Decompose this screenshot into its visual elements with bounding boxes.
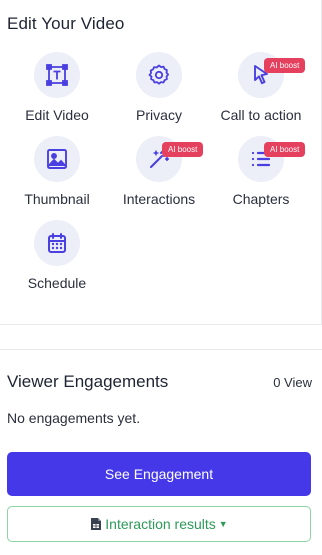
view-count: 0 View [273, 375, 312, 390]
schedule-tile[interactable]: Schedule [7, 220, 107, 296]
edit-video-label: Edit Video [25, 107, 89, 123]
edit-video-panel: Edit Your Video Edit Video Privacy AI bo… [0, 0, 322, 325]
chapters-tile[interactable]: AI boost Chapters [211, 136, 311, 212]
edit-video-icon-circle [34, 52, 80, 98]
call-to-action-label: Call to action [220, 107, 302, 123]
divider [0, 349, 322, 350]
privacy-tile[interactable]: Privacy [109, 52, 209, 128]
ai-boost-badge: AI boost [264, 58, 306, 73]
chapters-label: Chapters [232, 191, 290, 207]
see-engagement-button[interactable]: See Engagement [7, 452, 311, 496]
spreadsheet-icon [91, 518, 102, 530]
caret-down-icon: ▼ [218, 519, 228, 529]
divider [0, 324, 322, 325]
viewer-engagements-title: Viewer Engagements [7, 372, 169, 391]
privacy-label: Privacy [136, 107, 182, 123]
empty-state-text: No engagements yet. [7, 410, 141, 426]
call-to-action-tile[interactable]: AI boost Call to action [211, 52, 311, 128]
interactions-label: Interactions [122, 191, 196, 207]
text-frame-icon [46, 64, 68, 86]
ai-boost-badge: AI boost [264, 142, 306, 157]
gear-icon [148, 64, 169, 85]
schedule-label: Schedule [27, 275, 87, 291]
edit-video-tile[interactable]: Edit Video [7, 52, 107, 128]
thumbnail-icon-circle [34, 136, 80, 182]
interaction-results-label: Interaction results [105, 516, 216, 532]
section-title: Edit Your Video [7, 14, 125, 33]
ai-boost-badge: AI boost [162, 142, 204, 157]
thumbnail-label: Thumbnail [24, 191, 90, 207]
thumbnail-tile[interactable]: Thumbnail [7, 136, 107, 212]
interaction-results-button[interactable]: Interaction results ▼ [7, 506, 311, 542]
privacy-icon-circle [136, 52, 182, 98]
image-icon [47, 149, 67, 169]
interactions-tile[interactable]: AI boost Interactions [109, 136, 209, 212]
schedule-icon-circle [34, 220, 80, 266]
calendar-icon [48, 233, 66, 253]
